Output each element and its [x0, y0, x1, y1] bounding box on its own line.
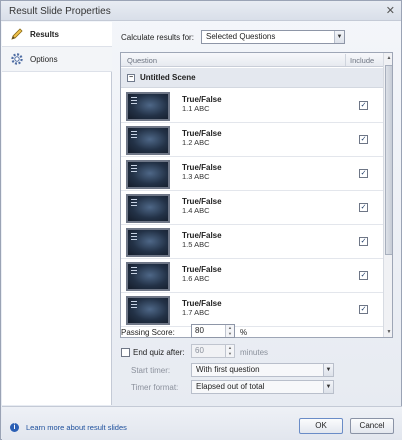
- calculate-results-label: Calculate results for:: [121, 33, 194, 42]
- passing-score-label: Passing Score:: [121, 328, 175, 337]
- scene-group-row[interactable]: − Untitled Scene: [121, 68, 383, 88]
- timer-format-label: Timer format:: [131, 383, 179, 392]
- chevron-down-icon: ▼: [334, 31, 344, 43]
- title-bar: Result Slide Properties ✕: [1, 1, 401, 21]
- vertical-scrollbar[interactable]: ▲ ▼: [383, 53, 392, 337]
- question-type: True/False: [182, 197, 222, 206]
- slide-thumbnail: [126, 194, 170, 223]
- slide-thumbnail: [126, 262, 170, 291]
- include-checkbox[interactable]: ✓: [359, 271, 368, 280]
- results-panel: Calculate results for: Selected Question…: [113, 22, 401, 405]
- question-row[interactable]: True/False 1.6 ABC ✓: [121, 259, 383, 293]
- question-list: Question Include − Untitled Scene True/F…: [120, 52, 393, 338]
- minutes-unit: minutes: [240, 348, 269, 357]
- chevron-down-icon: ▼: [323, 364, 333, 376]
- question-type: True/False: [182, 231, 222, 240]
- scene-name: Untitled Scene: [140, 73, 196, 82]
- slide-thumbnail: [126, 92, 170, 121]
- sidebar: Results Options: [2, 22, 112, 405]
- start-timer-select[interactable]: With first question ▼: [191, 363, 334, 377]
- include-checkbox[interactable]: ✓: [359, 237, 368, 246]
- question-number: 1.5 ABC: [182, 240, 210, 249]
- column-header-include[interactable]: Include: [350, 56, 374, 65]
- include-checkbox[interactable]: ✓: [359, 101, 368, 110]
- list-header: Question Include: [121, 53, 383, 67]
- question-number: 1.4 ABC: [182, 206, 210, 215]
- end-quiz-checkbox[interactable]: [121, 348, 130, 357]
- end-quiz-minutes-input[interactable]: 60 ▲ ▼: [191, 344, 235, 358]
- include-checkbox[interactable]: ✓: [359, 169, 368, 178]
- select-value: With first question: [196, 365, 260, 374]
- chevron-down-icon: ▼: [323, 381, 333, 393]
- slide-thumbnail: [126, 228, 170, 257]
- gear-icon: [10, 52, 24, 66]
- include-checkbox[interactable]: ✓: [359, 135, 368, 144]
- percent-unit: %: [240, 328, 248, 337]
- question-type: True/False: [182, 95, 222, 104]
- scrollbar-thumb[interactable]: [385, 65, 392, 255]
- start-timer-label: Start timer:: [131, 366, 171, 375]
- dialog-footer: i Learn more about result slides OK Canc…: [2, 406, 402, 440]
- question-number: 1.7 ABC: [182, 308, 210, 317]
- column-divider: [345, 54, 346, 66]
- learn-more-link[interactable]: Learn more about result slides: [26, 423, 127, 432]
- sidebar-item-label: Results: [30, 29, 59, 39]
- question-row[interactable]: True/False 1.1 ABC ✓: [121, 89, 383, 123]
- close-icon[interactable]: ✕: [386, 4, 395, 17]
- scroll-up-icon[interactable]: ▲: [384, 53, 392, 63]
- passing-score-input[interactable]: 80 ▲ ▼: [191, 324, 235, 338]
- column-header-question[interactable]: Question: [127, 56, 157, 65]
- question-type: True/False: [182, 299, 222, 308]
- sidebar-item-options[interactable]: Options: [2, 47, 112, 72]
- passing-score-value: 80: [195, 326, 204, 335]
- question-number: 1.2 ABC: [182, 138, 210, 147]
- question-number: 1.3 ABC: [182, 172, 210, 181]
- calculate-results-select[interactable]: Selected Questions ▼: [201, 30, 345, 44]
- ok-button[interactable]: OK: [299, 418, 343, 434]
- include-checkbox[interactable]: ✓: [359, 305, 368, 314]
- end-quiz-label: End quiz after:: [133, 348, 185, 357]
- question-row[interactable]: True/False 1.4 ABC ✓: [121, 191, 383, 225]
- collapse-icon[interactable]: −: [127, 74, 135, 82]
- window-title: Result Slide Properties: [9, 6, 111, 17]
- select-value: Selected Questions: [206, 32, 276, 41]
- question-type: True/False: [182, 129, 222, 138]
- question-number: 1.6 ABC: [182, 274, 210, 283]
- question-type: True/False: [182, 163, 222, 172]
- info-icon: i: [10, 423, 19, 432]
- include-checkbox[interactable]: ✓: [359, 203, 368, 212]
- question-row[interactable]: True/False 1.5 ABC ✓: [121, 225, 383, 259]
- slide-thumbnail: [126, 126, 170, 155]
- slide-thumbnail: [126, 296, 170, 325]
- question-row[interactable]: True/False 1.7 ABC ✓: [121, 293, 383, 327]
- timer-format-select[interactable]: Elapsed out of total ▼: [191, 380, 334, 394]
- question-row[interactable]: True/False 1.2 ABC ✓: [121, 123, 383, 157]
- select-value: Elapsed out of total: [196, 382, 265, 391]
- sidebar-item-label: Options: [30, 54, 58, 64]
- sidebar-item-results[interactable]: Results: [2, 22, 112, 47]
- end-quiz-value: 60: [195, 346, 204, 355]
- question-number: 1.1 ABC: [182, 104, 210, 113]
- stepper-buttons[interactable]: ▲ ▼: [225, 325, 234, 337]
- question-type: True/False: [182, 265, 222, 274]
- scroll-down-icon[interactable]: ▼: [384, 327, 392, 337]
- cancel-button[interactable]: Cancel: [350, 418, 394, 434]
- pencil-icon: [10, 27, 24, 41]
- question-row[interactable]: True/False 1.3 ABC ✓: [121, 157, 383, 191]
- result-slide-properties-dialog: Result Slide Properties ✕ Results Option…: [0, 0, 402, 440]
- stepper-buttons[interactable]: ▲ ▼: [225, 345, 234, 357]
- slide-thumbnail: [126, 160, 170, 189]
